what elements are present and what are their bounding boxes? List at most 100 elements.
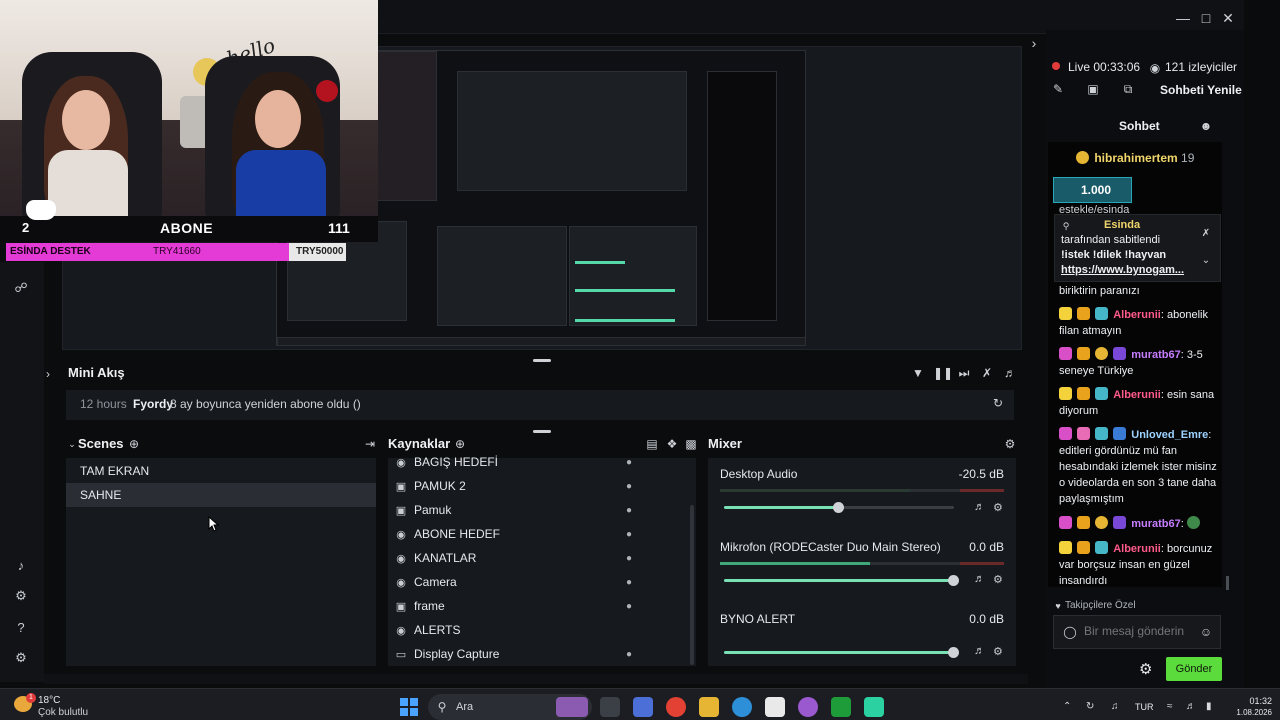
- source-settings-icon[interactable]: ▤: [644, 436, 660, 452]
- wifi-icon[interactable]: ≈: [1167, 701, 1173, 712]
- source-item[interactable]: ▭ Display Capture: [394, 644, 644, 664]
- refresh-chat-button[interactable]: Sohbeti Yenile: [1160, 83, 1242, 97]
- source-item[interactable]: ◉ KANATLAR: [394, 548, 644, 568]
- channel-settings-icon[interactable]: ⚙: [993, 573, 1003, 586]
- globe-icon: ◉: [396, 457, 406, 469]
- lock-icon[interactable]: ●: [626, 649, 636, 661]
- volume-icon[interactable]: ♬: [1002, 365, 1018, 381]
- lock-icon[interactable]: ●: [626, 457, 636, 469]
- volume-slider[interactable]: [724, 647, 959, 658]
- skip-icon[interactable]: ⏭: [956, 365, 972, 381]
- weather-temp[interactable]: 18°C: [38, 695, 60, 706]
- source-item[interactable]: ◉ ABONE HEDEF: [394, 524, 644, 544]
- audio-meter: [720, 489, 1004, 492]
- camera-icon[interactable]: ▣: [1085, 81, 1101, 97]
- lock-icon[interactable]: ●: [626, 577, 636, 589]
- scene-item-active[interactable]: SAHNE: [66, 483, 376, 507]
- source-label: Pamuk: [414, 503, 452, 517]
- chevron-up-icon[interactable]: ⌃: [1063, 701, 1071, 712]
- source-item[interactable]: ◉ ALERTS: [394, 620, 644, 640]
- plugin-icon[interactable]: ⚙: [13, 588, 29, 604]
- app-icon[interactable]: [798, 697, 818, 717]
- lock-icon[interactable]: ●: [626, 481, 636, 493]
- source-label: frame: [414, 599, 445, 613]
- sources-scrollbar[interactable]: [690, 505, 694, 665]
- speaker-icon[interactable]: ♬: [974, 645, 985, 657]
- volume-slider[interactable]: [724, 502, 954, 513]
- tiktok-icon[interactable]: ♪: [13, 558, 29, 574]
- lock-icon[interactable]: ●: [626, 505, 636, 517]
- replay-icon[interactable]: ↻: [990, 395, 1006, 411]
- link-icon[interactable]: ☍: [13, 280, 29, 296]
- source-filter-icon[interactable]: ❖: [664, 436, 680, 452]
- help-icon[interactable]: ?: [13, 620, 29, 636]
- filter-icon[interactable]: ▼: [910, 365, 926, 381]
- scene-item[interactable]: TAM EKRAN: [66, 459, 376, 483]
- volume-slider[interactable]: [724, 575, 959, 586]
- source-item[interactable]: ◉ BAGIŞ HEDEFİ: [394, 452, 644, 472]
- chat-scrollbar[interactable]: [1226, 576, 1229, 590]
- destek-label: ESİNDA DESTEK: [10, 246, 91, 257]
- lock-icon[interactable]: ●: [626, 601, 636, 613]
- sync-icon[interactable]: ↻: [1086, 701, 1094, 712]
- streamlabs-icon[interactable]: [864, 697, 884, 717]
- sub-badge-icon: [1059, 541, 1072, 554]
- users-icon[interactable]: ☻: [1198, 118, 1214, 134]
- weather-desc[interactable]: Çok bulutlu: [38, 707, 88, 718]
- chat-settings-icon[interactable]: ⚙: [1139, 660, 1152, 678]
- xbox-icon[interactable]: [831, 697, 851, 717]
- edge-icon[interactable]: [732, 697, 752, 717]
- chevron-right-icon[interactable]: ›: [1025, 34, 1043, 52]
- channel-settings-icon[interactable]: ⚙: [993, 501, 1003, 514]
- file-explorer-icon[interactable]: [699, 697, 719, 717]
- destek-value: TRY41660: [153, 246, 201, 257]
- mixer-settings-icon[interactable]: ⚙: [1002, 436, 1018, 452]
- add-source-icon[interactable]: ⊕: [452, 436, 468, 452]
- pinned-by-user[interactable]: Esinda: [1104, 219, 1140, 231]
- volume-tray-icon[interactable]: ♬: [1186, 701, 1196, 712]
- mic-icon[interactable]: ♫: [1111, 701, 1119, 712]
- chat-message-field[interactable]: [1084, 624, 1196, 638]
- maximize-icon[interactable]: □: [1197, 9, 1215, 27]
- pinned-link[interactable]: https://www.bynogam...: [1061, 263, 1211, 278]
- store-icon[interactable]: [765, 697, 785, 717]
- resize-handle[interactable]: [533, 430, 551, 433]
- emoji-icon[interactable]: ☺: [1198, 624, 1214, 640]
- send-button[interactable]: Gönder: [1166, 657, 1222, 681]
- source-item[interactable]: ▣ PAMUK 2: [394, 476, 644, 496]
- channel-name: Mikrofon (RODECaster Duo Main Stereo): [720, 540, 941, 554]
- close-icon[interactable]: ✕: [1219, 9, 1237, 27]
- folder-icon[interactable]: ▩: [683, 436, 699, 452]
- event-user[interactable]: Fyordy: [133, 397, 173, 411]
- add-scene-icon[interactable]: ⊕: [126, 436, 142, 452]
- source-item[interactable]: ▣ Pamuk: [394, 500, 644, 520]
- scene-label: SAHNE: [80, 488, 122, 502]
- minimize-icon[interactable]: —: [1174, 9, 1192, 27]
- chrome-icon[interactable]: [666, 697, 686, 717]
- scene-transition-icon[interactable]: ⇥: [362, 436, 378, 452]
- battery-icon[interactable]: ▮: [1206, 701, 1212, 712]
- pause-icon[interactable]: ❚❚: [933, 365, 953, 381]
- resize-handle[interactable]: [533, 359, 551, 362]
- chat-input[interactable]: ◯ ☺: [1053, 615, 1221, 649]
- mini-akis-title: Mini Akış: [68, 365, 125, 380]
- speaker-icon[interactable]: ♬: [974, 573, 985, 585]
- source-item[interactable]: ◉ Camera: [394, 572, 644, 592]
- lock-icon[interactable]: ●: [626, 529, 636, 541]
- expand-chevron-icon[interactable]: ›: [40, 366, 56, 382]
- share-icon[interactable]: ⧉: [1120, 81, 1136, 97]
- source-item[interactable]: ▣ frame: [394, 596, 644, 616]
- speaker-icon[interactable]: ♬: [974, 501, 985, 513]
- start-icon[interactable]: [400, 698, 418, 716]
- lock-icon[interactable]: ●: [626, 553, 636, 565]
- channel-settings-icon[interactable]: ⚙: [993, 645, 1003, 658]
- edit-icon[interactable]: ✎: [1050, 81, 1066, 97]
- clock-time[interactable]: 01:32: [1236, 696, 1272, 706]
- scenes-title: Scenes: [78, 436, 124, 451]
- language-indicator[interactable]: TUR: [1135, 702, 1154, 712]
- task-view-icon[interactable]: [600, 697, 620, 717]
- mute-alerts-icon[interactable]: ✗: [979, 365, 995, 381]
- clock-date[interactable]: 1.08.2026: [1232, 708, 1272, 717]
- settings-icon[interactable]: ⚙: [13, 650, 29, 666]
- copilot-icon[interactable]: [633, 697, 653, 717]
